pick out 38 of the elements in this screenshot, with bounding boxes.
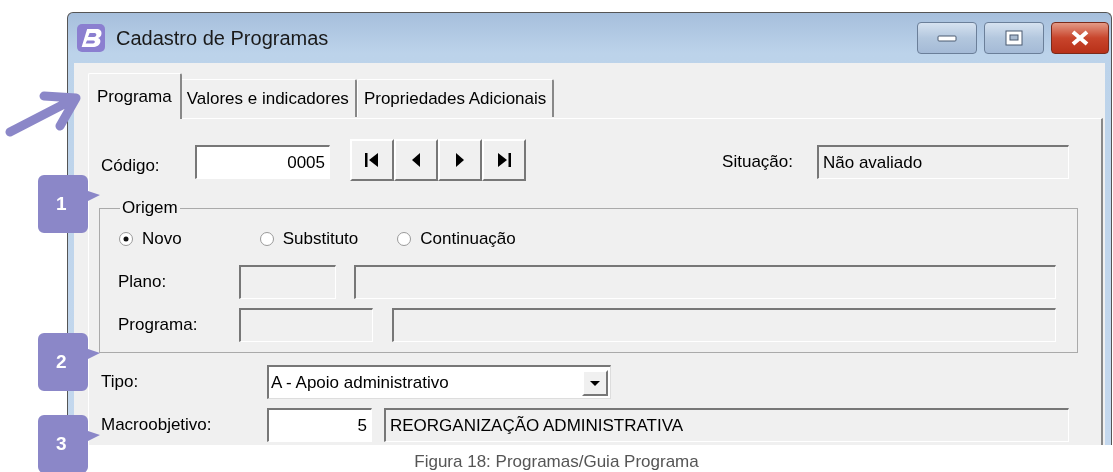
previous-button[interactable] — [394, 139, 438, 181]
window-title: Cadastro de Programas — [116, 26, 329, 50]
close-button[interactable] — [1051, 22, 1109, 54]
minimize-icon — [936, 33, 958, 43]
status-field: Não avaliado — [817, 145, 1069, 179]
objective-description-field: REORGANIZAÇÃO ADMINISTRATIVA — [384, 408, 1069, 442]
minimize-button[interactable] — [917, 22, 977, 54]
field-label: Tipo: — [101, 372, 140, 392]
field-label: Programa: — [118, 315, 199, 335]
code-field[interactable]: 0005 — [195, 145, 330, 179]
skip-back-icon — [364, 151, 380, 169]
first-record-button[interactable] — [350, 139, 394, 181]
left-triangle-icon — [410, 151, 422, 169]
radio-option[interactable]: Substituto — [258, 229, 359, 249]
figure-caption: Figura 18: Programas/Guia Programa — [413, 452, 700, 472]
tab[interactable]: Propriedades Adicionais — [356, 79, 555, 117]
radio-option[interactable]: Continuação — [396, 229, 516, 249]
type-dropdown[interactable]: A - Apoio administrativo — [267, 365, 611, 399]
field-label: Situação: — [722, 152, 793, 172]
field-label: Código: — [101, 155, 161, 176]
close-icon — [1069, 30, 1091, 46]
maximize-button[interactable] — [984, 22, 1044, 54]
skip-forward-icon — [496, 151, 512, 169]
group-legend: Origem — [120, 198, 180, 218]
field-label: Macroobjetivo: — [101, 415, 213, 435]
radio-option[interactable]: Novo — [118, 229, 182, 249]
app-logo-icon — [76, 23, 106, 53]
callout-marker: 1 — [38, 175, 100, 233]
field-label: Plano: — [118, 272, 168, 292]
right-triangle-icon — [454, 151, 466, 169]
next-button[interactable] — [438, 139, 482, 181]
tab[interactable]: Valores e indicadores — [179, 79, 357, 117]
maximize-icon — [1005, 30, 1023, 46]
callout-marker: 3 — [38, 415, 100, 472]
callout-marker: 2 — [38, 333, 100, 391]
objective-code-field[interactable]: 5 — [267, 408, 372, 442]
tab[interactable]: Programa — [88, 73, 182, 119]
last-record-button[interactable] — [482, 139, 526, 181]
